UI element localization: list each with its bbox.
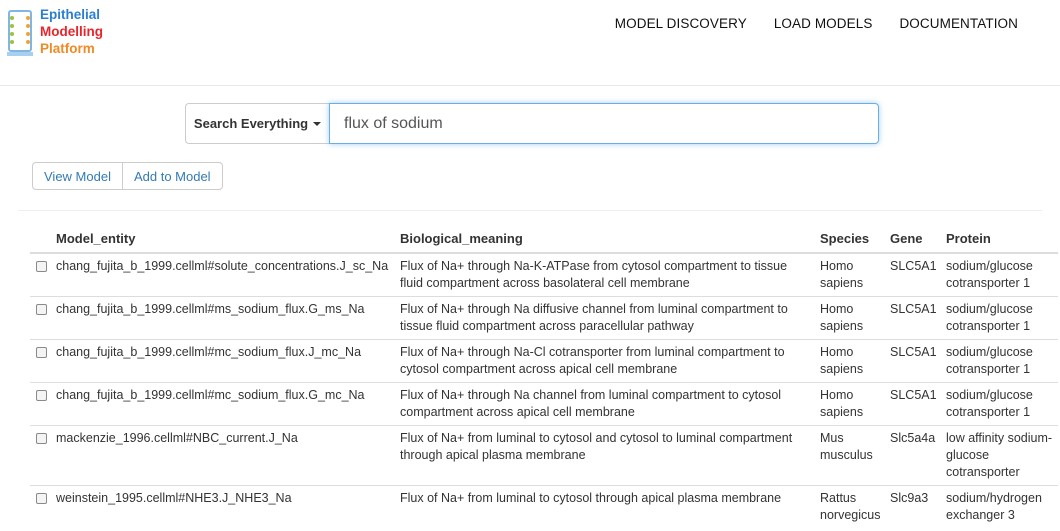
cell-species: Rattus norvegicus [816, 485, 886, 528]
row-checkbox[interactable] [36, 493, 47, 504]
table-header-row: Model_entity Biological_meaning Species … [30, 226, 1058, 254]
table-row: chang_fujita_b_1999.cellml#mc_sodium_flu… [30, 382, 1058, 426]
cell-protein: sodium/glucose cotransporter 1 [942, 339, 1058, 383]
cell-gene: SLC5A1 [886, 296, 942, 340]
cell-species: Homo sapiens [816, 339, 886, 383]
cell-species: Homo sapiens [816, 382, 886, 426]
cell-protein: sodium/hydrogen exchanger 3 [942, 485, 1058, 528]
cell-model-entity: chang_fujita_b_1999.cellml#mc_sodium_flu… [52, 382, 396, 426]
cell-biological-meaning: Flux of Na+ from luminal to cytosol thro… [396, 485, 816, 528]
nav-model-discovery[interactable]: MODEL DISCOVERY [615, 16, 747, 31]
row-checkbox[interactable] [36, 390, 47, 401]
cell-biological-meaning: Flux of Na+ from luminal to cytosol and … [396, 425, 816, 486]
search-input[interactable] [329, 103, 879, 144]
table-row: chang_fujita_b_1999.cellml#solute_concen… [30, 252, 1058, 297]
cell-gene: Slc5a4a [886, 425, 942, 486]
cell-species: Homo sapiens [816, 296, 886, 340]
header-biological-meaning: Biological_meaning [396, 226, 816, 254]
header-gene: Gene [886, 226, 942, 254]
brand-line-1: Epithelial [40, 7, 101, 22]
header-checkbox [30, 226, 52, 254]
cell-biological-meaning: Flux of Na+ through Na diffusive channel… [396, 296, 816, 340]
view-model-button[interactable]: View Model [32, 162, 123, 190]
cell-protein: sodium/glucose cotransporter 1 [942, 296, 1058, 340]
cell-model-entity: chang_fujita_b_1999.cellml#ms_sodium_flu… [52, 296, 396, 340]
cell-biological-meaning: Flux of Na+ through Na-Cl cotransporter … [396, 339, 816, 383]
table-row: chang_fujita_b_1999.cellml#ms_sodium_flu… [30, 296, 1058, 340]
caret-down-icon [313, 121, 322, 126]
nav-documentation[interactable]: DOCUMENTATION [899, 16, 1018, 31]
results-table: Model_entity Biological_meaning Species … [30, 226, 1058, 528]
cell-model-entity: chang_fujita_b_1999.cellml#mc_sodium_flu… [52, 339, 396, 383]
cell-gene: SLC5A1 [886, 252, 942, 297]
brand-name: Epithelial Modelling Platform [40, 6, 103, 57]
cell-protein: low affinity sodium-glucose cotransporte… [942, 425, 1058, 486]
table-row: weinstein_1995.cellml#NHE3.J_NHE3_Na Flu… [30, 485, 1058, 528]
row-checkbox[interactable] [36, 433, 47, 444]
table-row: mackenzie_1996.cellml#NBC_current.J_Na F… [30, 425, 1058, 486]
cell-model-entity: weinstein_1995.cellml#NHE3.J_NHE3_Na [52, 485, 396, 528]
row-checkbox[interactable] [36, 261, 47, 272]
row-checkbox[interactable] [36, 347, 47, 358]
nav-load-models[interactable]: LOAD MODELS [774, 16, 873, 31]
cell-protein: sodium/glucose cotransporter 1 [942, 252, 1058, 297]
cell-model-entity: chang_fujita_b_1999.cellml#solute_concen… [52, 252, 396, 297]
divider [18, 210, 1042, 211]
logo-icon [7, 10, 33, 56]
cell-biological-meaning: Flux of Na+ through Na channel from lumi… [396, 382, 816, 426]
header-species: Species [816, 226, 886, 254]
search-bar: Search Everything [185, 103, 879, 144]
brand-logo[interactable]: Epithelial Modelling Platform [6, 6, 121, 60]
model-actions: View Model Add to Model [32, 162, 223, 190]
cell-species: Homo sapiens [816, 252, 886, 297]
cell-gene: SLC5A1 [886, 339, 942, 383]
cell-species: Mus musculus [816, 425, 886, 486]
cell-protein: sodium/glucose cotransporter 1 [942, 382, 1058, 426]
header-model-entity: Model_entity [52, 226, 396, 254]
search-scope-dropdown[interactable]: Search Everything [185, 103, 329, 144]
cell-gene: Slc9a3 [886, 485, 942, 528]
cell-model-entity: mackenzie_1996.cellml#NBC_current.J_Na [52, 425, 396, 486]
cell-gene: SLC5A1 [886, 382, 942, 426]
header-protein: Protein [942, 226, 1058, 254]
table-row: chang_fujita_b_1999.cellml#mc_sodium_flu… [30, 339, 1058, 383]
add-to-model-button[interactable]: Add to Model [122, 162, 223, 190]
main-nav: MODEL DISCOVERY LOAD MODELS DOCUMENTATIO… [615, 16, 1018, 31]
cell-biological-meaning: Flux of Na+ through Na-K-ATPase from cyt… [396, 252, 816, 297]
row-checkbox[interactable] [36, 304, 47, 315]
brand-line-2: Modelling [40, 24, 103, 39]
search-scope-label: Search Everything [193, 116, 309, 131]
navbar: Epithelial Modelling Platform MODEL DISC… [0, 0, 1060, 86]
brand-line-3: Platform [40, 41, 95, 56]
